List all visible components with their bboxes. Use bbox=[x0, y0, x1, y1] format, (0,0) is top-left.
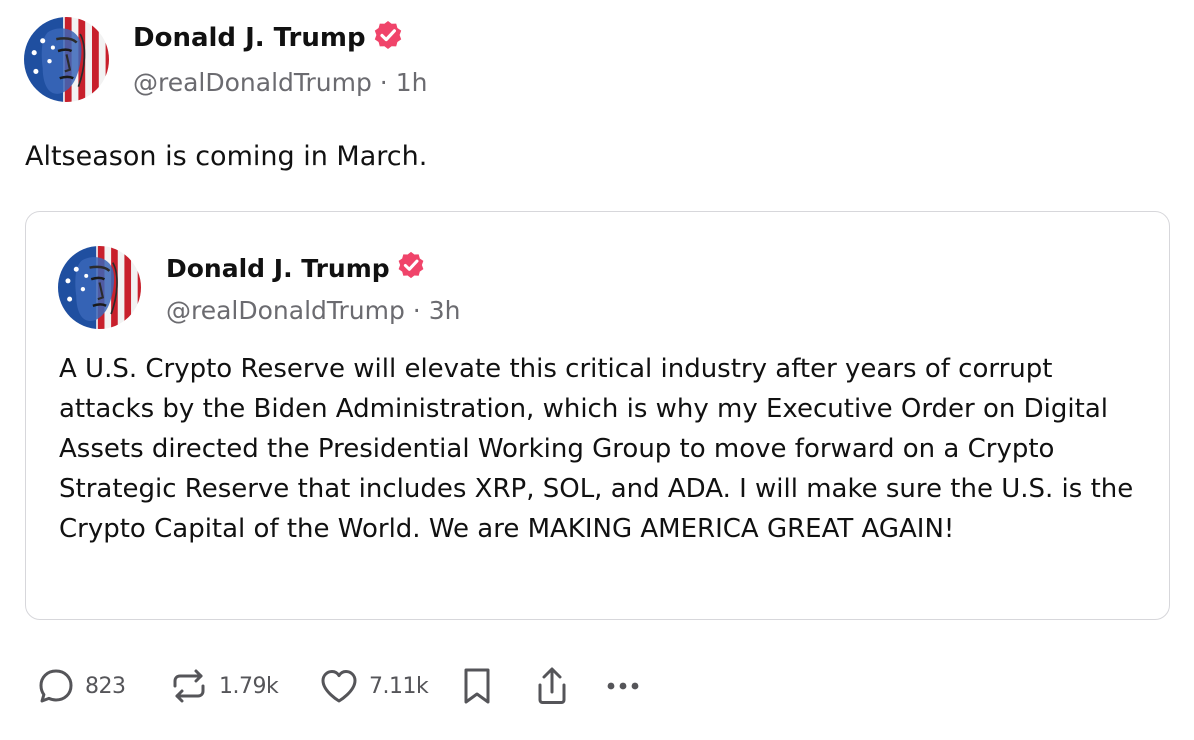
repost-icon bbox=[168, 666, 210, 706]
more-options-button[interactable] bbox=[602, 676, 644, 696]
repost-button[interactable]: 1.79k bbox=[168, 666, 318, 706]
heart-icon bbox=[318, 666, 360, 706]
verified-badge-icon bbox=[372, 19, 404, 58]
reply-button[interactable]: 823 bbox=[36, 666, 168, 706]
quoted-author-avatar[interactable] bbox=[58, 246, 141, 329]
separator: · bbox=[412, 296, 429, 325]
post-action-bar: 823 1.79k 7.11k bbox=[36, 664, 644, 708]
like-count: 7.11k bbox=[369, 673, 429, 699]
quoted-post-timestamp[interactable]: 3h bbox=[429, 296, 461, 325]
post-timestamp[interactable]: 1h bbox=[396, 68, 428, 97]
save-button[interactable] bbox=[460, 665, 532, 707]
share-icon bbox=[532, 665, 572, 707]
more-icon bbox=[602, 676, 644, 696]
author-handle-row: @realDonaldTrump · 1h bbox=[133, 68, 427, 97]
reply-icon bbox=[36, 666, 76, 706]
separator: · bbox=[379, 68, 396, 97]
repost-count: 1.79k bbox=[219, 673, 279, 699]
author-name-row: Donald J. Trump bbox=[133, 19, 404, 58]
author-avatar[interactable] bbox=[24, 17, 109, 102]
post-text: Altseason is coming in March. bbox=[25, 141, 428, 172]
author-name[interactable]: Donald J. Trump bbox=[133, 23, 366, 53]
reply-count: 823 bbox=[85, 673, 126, 699]
like-button[interactable]: 7.11k bbox=[318, 666, 460, 706]
quoted-author-handle-row: @realDonaldTrump · 3h bbox=[166, 296, 460, 325]
author-handle[interactable]: @realDonaldTrump bbox=[133, 68, 372, 97]
bookmark-icon bbox=[460, 665, 494, 707]
share-button[interactable] bbox=[532, 665, 602, 707]
quoted-author-handle[interactable]: @realDonaldTrump bbox=[166, 296, 405, 325]
quoted-author-name[interactable]: Donald J. Trump bbox=[166, 254, 390, 283]
verified-badge-icon bbox=[396, 250, 426, 286]
quoted-post-text: A U.S. Crypto Reserve will elevate this … bbox=[59, 354, 1134, 544]
quoted-author-name-row: Donald J. Trump bbox=[166, 250, 426, 286]
